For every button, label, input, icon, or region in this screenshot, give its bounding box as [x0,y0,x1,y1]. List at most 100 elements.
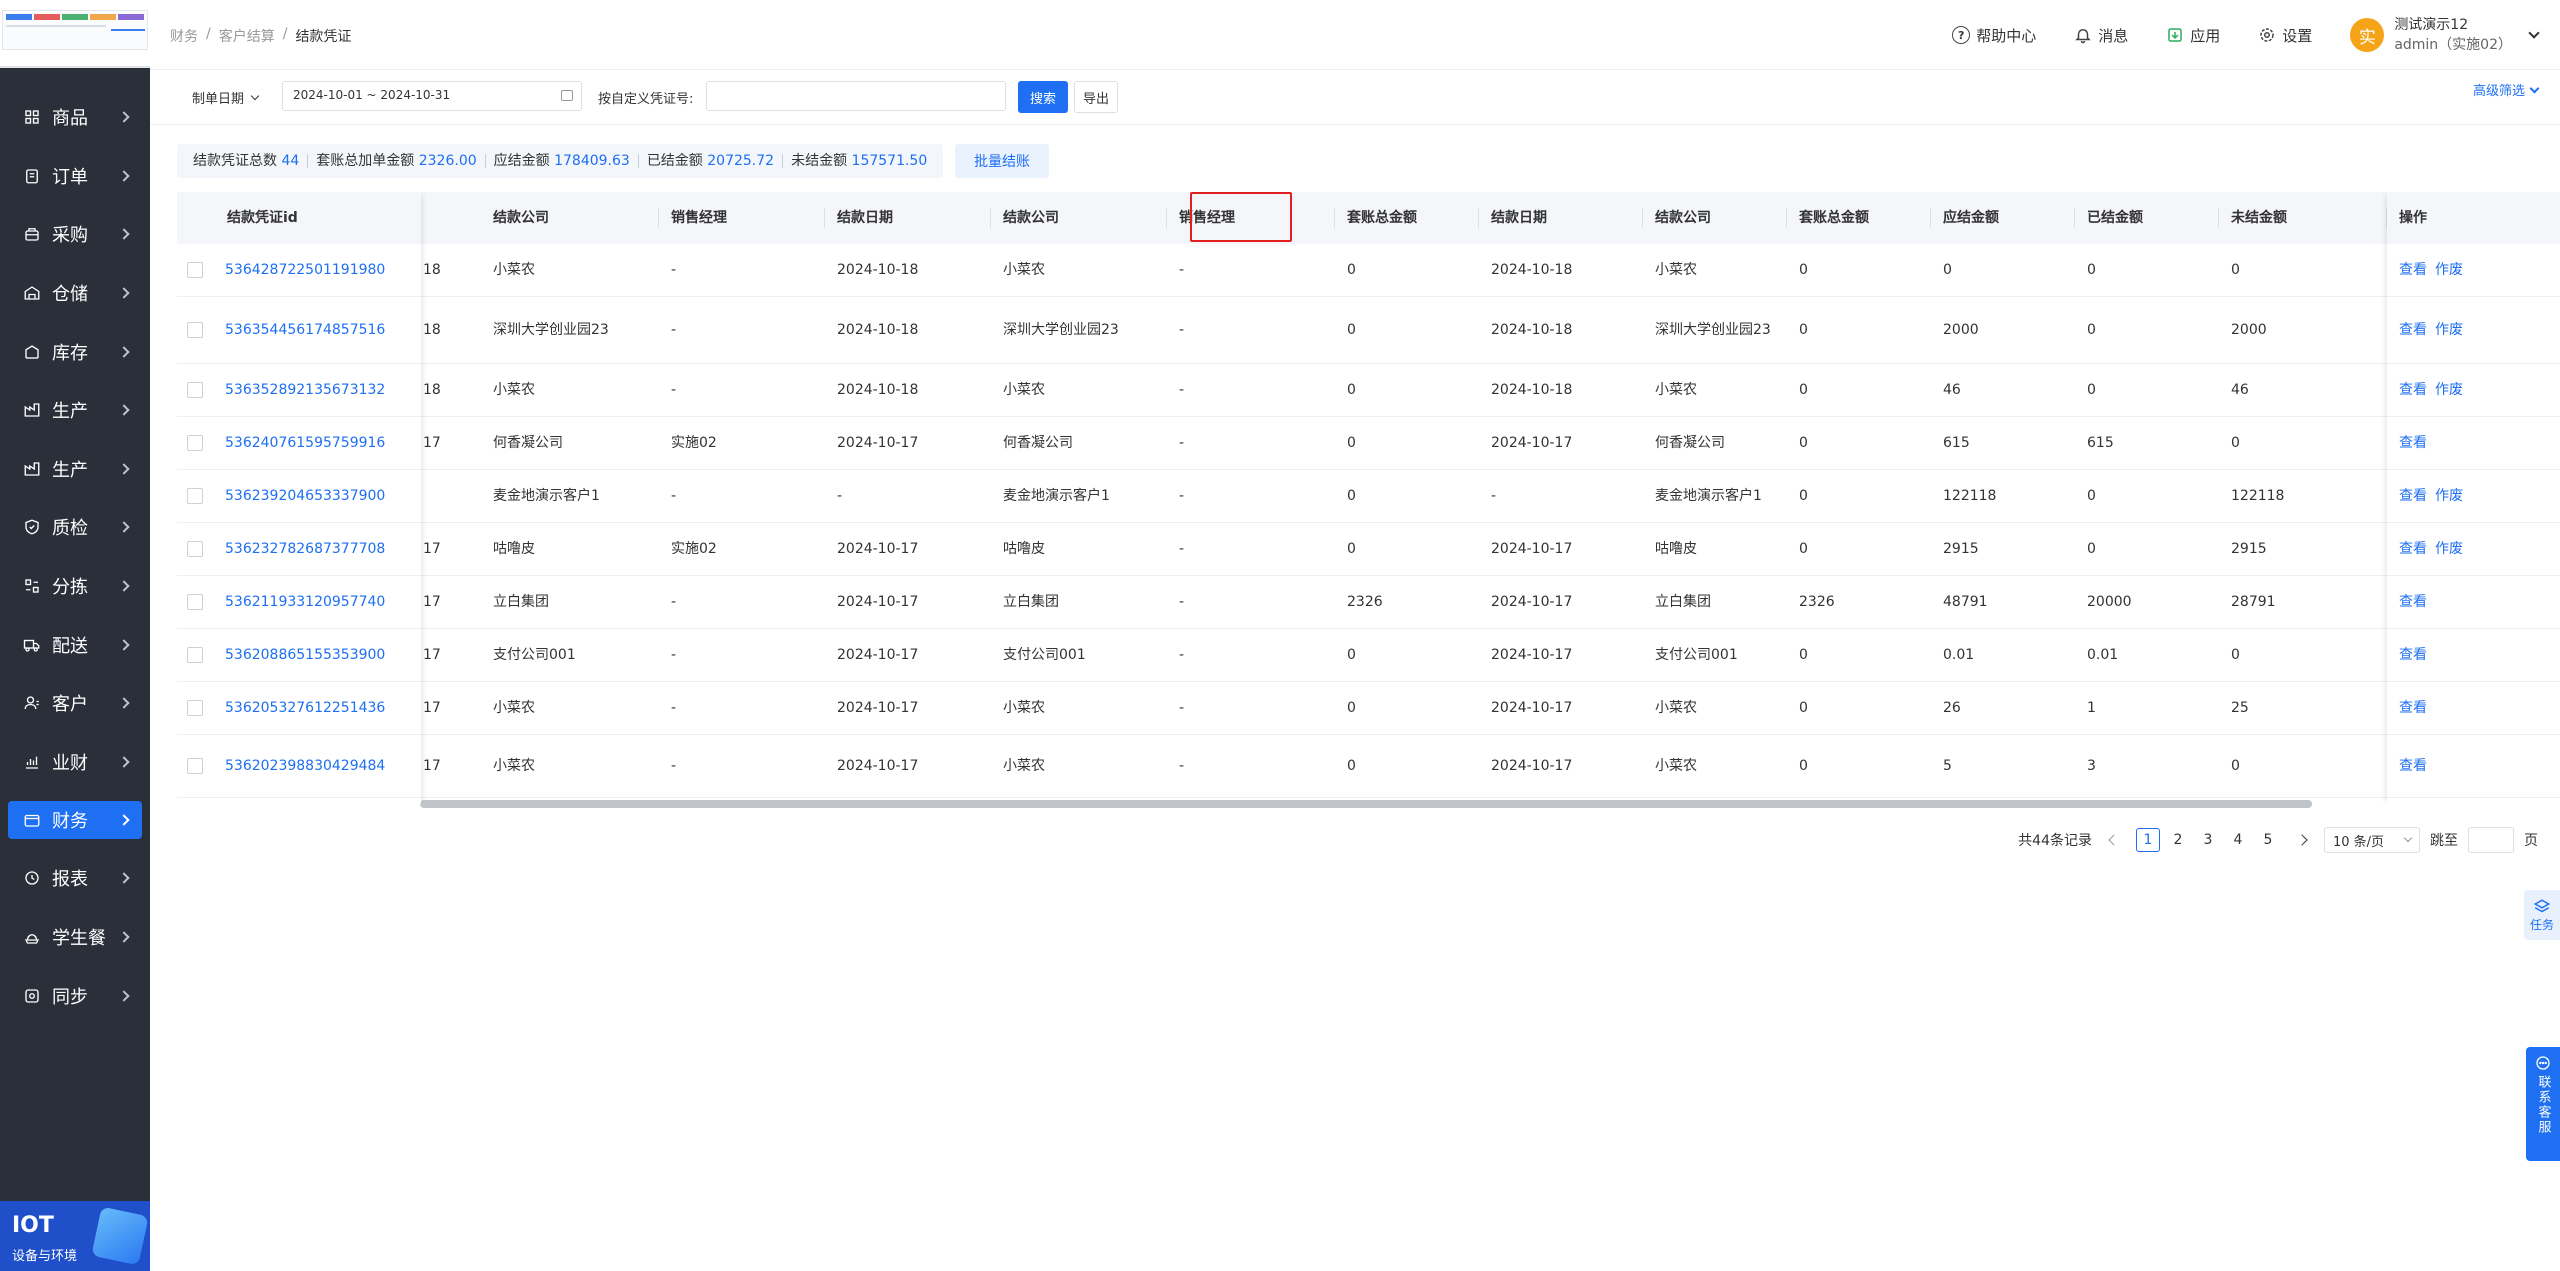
sidebar-item-8[interactable]: 分拣 [0,557,150,616]
view-link[interactable]: 查看 [2399,592,2427,612]
table-row[interactable]: 18 小菜农 - 2024-10-18 小菜农 - 0 2024-10-18 小菜农 0 0 0 0 [177,244,2560,297]
sidebar-item-12[interactable]: 财务 [8,801,142,840]
row-checkbox[interactable] [187,382,203,398]
settings-button[interactable]: 设置 [2258,25,2312,46]
row-checkbox[interactable] [187,594,203,610]
table-row[interactable]: 17 立白集团 - 2024-10-17 立白集团 - 2326 2024-10-17 立白集团… [177,576,2560,629]
sidebar-item-14[interactable]: 学生餐 [0,908,150,967]
apps-button[interactable]: 应用 [2166,25,2220,46]
column-header-c9[interactable]: 套账总金额 [1787,192,1931,244]
table-row[interactable]: 麦金地演示客户1 - - 麦金地演示客户1 - 0 - 麦金地演示客户1 0 122118 0 122… [177,470,2560,523]
voucher-input[interactable] [706,81,1006,111]
view-link[interactable]: 查看 [2399,260,2427,280]
prev-page-button[interactable] [2102,828,2126,852]
column-header-c11[interactable]: 已结金额 [2075,192,2219,244]
date-range-input[interactable]: 2024-10-01 ~ 2024-10-31 [282,81,582,111]
table-row[interactable]: 17 何香凝公司 实施02 2024-10-17 何香凝公司 - 0 2024-10-17 何香… [177,417,2560,470]
view-link[interactable]: 查看 [2399,486,2427,506]
sidebar-item-2[interactable]: 采购 [0,205,150,264]
batch-settle-button[interactable]: 批量结账 [955,144,1049,178]
voucher-id-link[interactable]: 536205327612251436 [213,682,421,734]
view-link[interactable]: 查看 [2399,320,2427,340]
column-header-c6[interactable]: 套账总金额 [1335,192,1479,244]
table-row[interactable]: 17 支付公司001 - 2024-10-17 支付公司001 - 0 2024-10-17 支… [177,629,2560,682]
table-row[interactable]: 18 小菜农 - 2024-10-18 小菜农 - 0 2024-10-18 小菜农 0 46 0 46 [177,364,2560,417]
sidebar-item-15[interactable]: 同步 [0,966,150,1025]
sidebar-item-4[interactable]: 库存 [0,322,150,381]
void-link[interactable]: 作废 [2435,380,2463,400]
sidebar-item-0[interactable]: 商品 [0,88,150,147]
void-link[interactable]: 作废 [2435,486,2463,506]
view-link[interactable]: 查看 [2399,756,2427,776]
view-link[interactable]: 查看 [2399,433,2427,453]
breadcrumb-item[interactable]: 财务 [170,26,198,46]
next-page-button[interactable] [2290,828,2314,852]
column-header-c12[interactable]: 未结金额 [2219,192,2387,244]
voucher-id-link[interactable]: 536239204653337900 [213,470,421,522]
horizontal-scrollbar[interactable] [420,800,2312,808]
row-checkbox[interactable] [187,488,203,504]
page-size-select[interactable]: 10 条/页 [2324,827,2420,853]
contact-service-button[interactable]: 联系客服 [2526,1047,2560,1161]
sidebar-item-5[interactable]: 生产 [0,381,150,440]
sidebar-item-3[interactable]: 仓储 [0,264,150,323]
sidebar-item-11[interactable]: 业财 [0,733,150,792]
voucher-id-link[interactable]: 536208865155353900 [213,629,421,681]
column-header-c3[interactable]: 结款日期 [825,192,991,244]
page-button[interactable]: 4 [2226,828,2250,852]
sidebar-item-9[interactable]: 配送 [0,615,150,674]
voucher-id-link[interactable]: 536354456174857516 [213,297,421,363]
column-header-c1[interactable]: 结款公司 [481,192,659,244]
voucher-id-link[interactable]: 536232782687377708 [213,523,421,575]
user-menu[interactable]: 实 测试演示12 admin（实施02） [2350,15,2540,55]
view-link[interactable]: 查看 [2399,380,2427,400]
row-checkbox[interactable] [187,647,203,663]
messages-button[interactable]: 消息 [2074,25,2128,46]
row-checkbox[interactable] [187,758,203,774]
voucher-id-link[interactable]: 536428722501191980 [213,244,421,296]
search-button[interactable]: 搜索 [1018,81,1068,113]
page-button[interactable]: 3 [2196,828,2220,852]
row-checkbox[interactable] [187,435,203,451]
row-checkbox[interactable] [187,322,203,338]
row-checkbox[interactable] [187,541,203,557]
row-checkbox[interactable] [187,262,203,278]
column-header-c4[interactable]: 结款公司 [991,192,1167,244]
page-button[interactable]: 1 [2136,828,2160,852]
sidebar-item-13[interactable]: 报表 [0,849,150,908]
iot-panel[interactable]: IOT 设备与环境 [0,1201,150,1271]
table-row[interactable]: 17 小菜农 - 2024-10-17 小菜农 - 0 2024-10-17 小菜农 0 5 3 0 [177,735,2560,798]
table-row[interactable]: 17 咕噜皮 实施02 2024-10-17 咕噜皮 - 0 2024-10-17 咕噜皮 0 29… [177,523,2560,576]
void-link[interactable]: 作废 [2435,260,2463,280]
voucher-id-link[interactable]: 536211933120957740 [213,576,421,628]
table-row[interactable]: 18 深圳大学创业园23 - 2024-10-18 深圳大学创业园23 - 0 2024-10… [177,297,2560,364]
sidebar-item-6[interactable]: 生产 [0,440,150,499]
column-header-c7[interactable]: 结款日期 [1479,192,1643,244]
table-row[interactable]: 17 小菜农 - 2024-10-17 小菜农 - 0 2024-10-17 小菜农 0 26 1 25 [177,682,2560,735]
export-button[interactable]: 导出 [1074,81,1118,113]
voucher-id-link[interactable]: 536202398830429484 [213,735,421,797]
row-checkbox[interactable] [187,700,203,716]
void-link[interactable]: 作废 [2435,539,2463,559]
column-header-c10[interactable]: 应结金额 [1931,192,2075,244]
column-header-c8[interactable]: 结款公司 [1643,192,1787,244]
advanced-filter-button[interactable]: 高级筛选 [2473,80,2540,99]
task-button[interactable]: 任务 [2524,890,2560,940]
view-link[interactable]: 查看 [2399,698,2427,718]
sidebar-item-10[interactable]: 客户 [0,674,150,733]
date-type-select[interactable]: 制单日期 [192,88,260,107]
voucher-id-link[interactable]: 536240761595759916 [213,417,421,469]
page-button[interactable]: 2 [2166,828,2190,852]
column-header-id[interactable]: 结款凭证id [177,192,421,244]
sidebar-item-1[interactable]: 订单 [0,147,150,206]
jump-page-input[interactable] [2468,827,2514,853]
voucher-id-link[interactable]: 536352892135673132 [213,364,421,416]
view-link[interactable]: 查看 [2399,645,2427,665]
sidebar-item-7[interactable]: 质检 [0,498,150,557]
breadcrumb-item[interactable]: 客户结算 [219,26,275,46]
view-link[interactable]: 查看 [2399,539,2427,559]
page-button[interactable]: 5 [2256,828,2280,852]
logo-thumbnail[interactable] [2,10,148,50]
void-link[interactable]: 作废 [2435,320,2463,340]
column-header-c2[interactable]: 销售经理 [659,192,825,244]
